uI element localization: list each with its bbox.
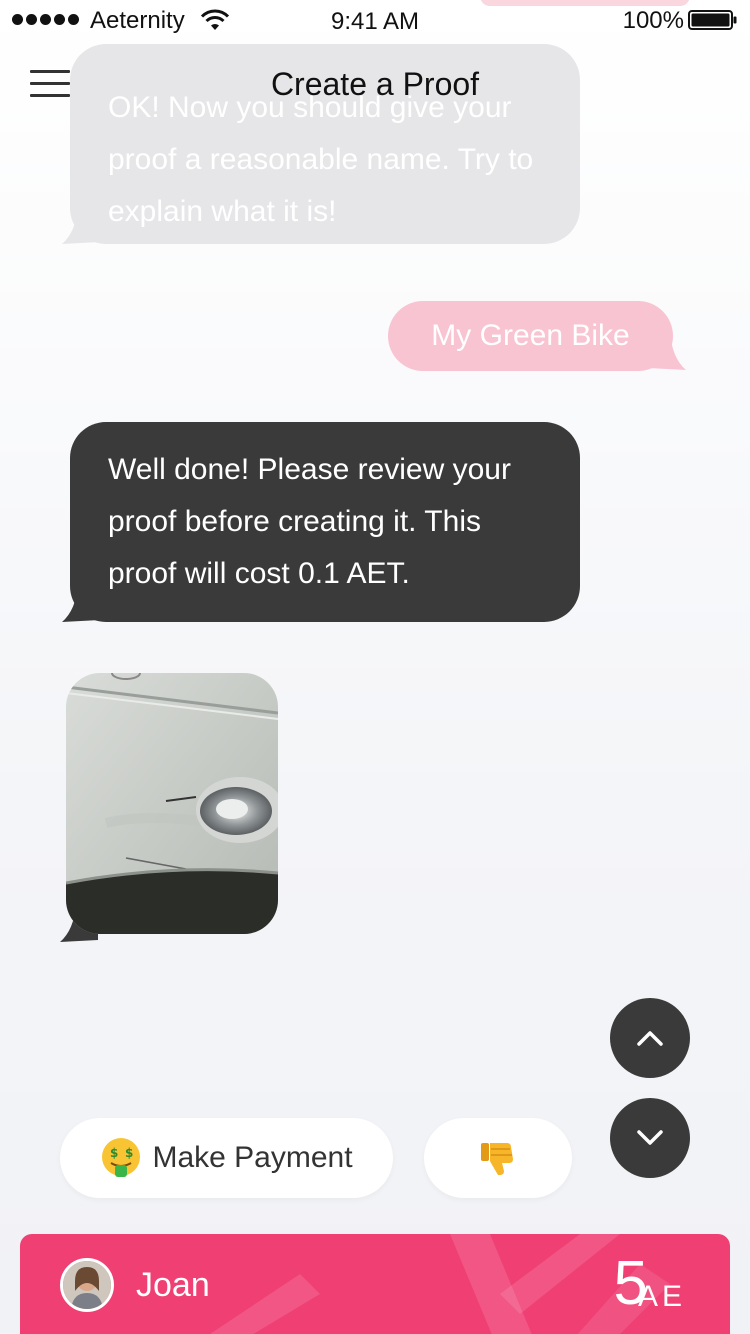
scroll-down-button[interactable] [610, 1098, 690, 1178]
balance-unit: AE [637, 1280, 686, 1313]
reject-button[interactable] [424, 1118, 572, 1198]
status-bar: Aeternity 9:41 AM 100% [0, 0, 750, 42]
thumbs-down-icon [481, 1143, 513, 1175]
make-payment-label: Make Payment [152, 1141, 353, 1174]
user-message-bubble: My Green Bike [388, 301, 673, 371]
avatar [60, 1258, 114, 1312]
page-title: Create a Proof [270, 66, 480, 102]
bot-message-bubble: Well done! Please review your proof befo… [70, 422, 580, 622]
battery-icon [688, 10, 737, 30]
scroll-up-button[interactable] [610, 998, 690, 1078]
account-card[interactable]: Joan 5 AE [20, 1234, 730, 1334]
car-bumper-photo[interactable] [66, 673, 278, 934]
money-mouth-face-icon: $ $ [102, 1138, 141, 1177]
account-name: Joan [136, 1266, 210, 1304]
make-payment-button[interactable]: $ $ Make Payment [60, 1118, 393, 1198]
chevron-up-icon [637, 1031, 663, 1046]
chevron-down-icon [637, 1130, 663, 1145]
svg-text:$: $ [110, 1146, 118, 1160]
battery-percentage: 100% [622, 7, 684, 34]
svg-text:$: $ [125, 1146, 133, 1160]
